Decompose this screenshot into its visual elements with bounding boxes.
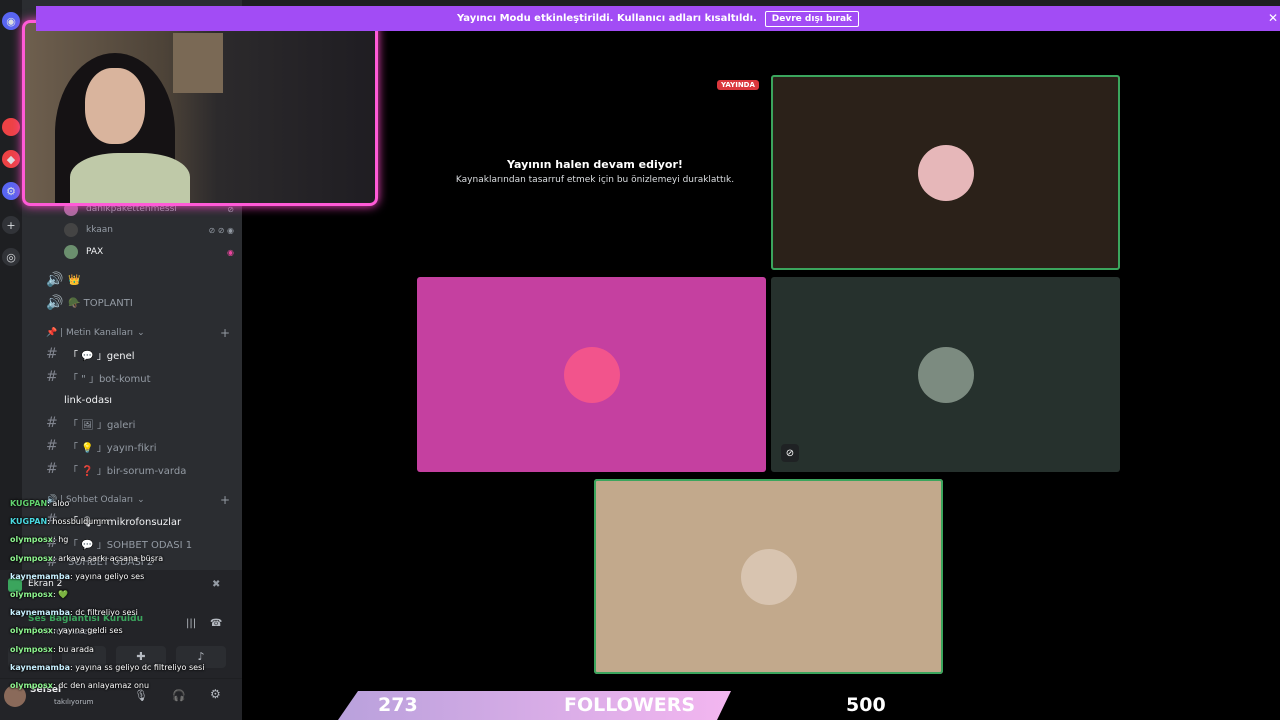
chevron-down-icon: ⌄ [137,328,145,338]
discover-icon[interactable]: ◎ [2,248,20,266]
speaker-icon: 🔊 [46,295,64,311]
chat-text: aloo [52,499,70,508]
chat-message: olymposx: bu arada [10,644,94,654]
avatar [917,346,974,403]
chat-text: yayına geliyo ses [75,571,145,581]
text-channel[interactable]: # 「 " 」bot-komut [46,367,151,387]
add-server-icon[interactable]: + [2,216,20,234]
chat-text: yayına ss geliyo dc filtreliyo sesi [75,662,205,672]
microphone-icon[interactable]: 🎙 [134,689,148,702]
chat-message: kaynemamba: dc filtreliyo sesi [10,608,138,618]
participant-tile[interactable] [594,479,943,674]
chat-text: yayına geldi ses [58,626,123,636]
banner-text: Yayıncı Modu etkinleştirildi. Kullanıcı … [456,13,757,24]
user-status: takılıyorum [54,698,94,706]
followers-goal: 500 [846,694,886,716]
chat-message: KUGPAN: aloo [10,499,70,508]
chat-username: olymposx [10,626,53,636]
chat-text: arkaya şarkı açsana büşra [58,553,164,563]
chat-username: olymposx [10,553,53,563]
chat-username: KUGPAN [10,499,48,508]
server-icon[interactable] [2,118,20,136]
followers-label: FOLLOWERS [564,694,696,716]
mute-icon: ⊘ ⊘ ◉ [208,225,234,235]
chat-username: kaynemamba [10,571,71,581]
voice-user[interactable]: kkaan ⊘ ⊘ ◉ [64,221,234,239]
discord-logo-icon[interactable]: ◉ [2,12,20,30]
sound-wave-icon[interactable]: ||| [186,618,196,629]
voice-channel[interactable]: 🔊 🪖 TOPLANTI [46,293,133,313]
followers-goal-bar: 273 FOLLOWERS 500 [338,691,918,720]
headphones-icon[interactable]: 🎧 [172,689,186,702]
chat-message: olymposx: dc den anlayamaz onu [10,681,150,690]
chat-username: olymposx [10,590,53,599]
participant-tile[interactable] [417,277,766,472]
paused-subtitle: Kaynaklarından tasarruf etmek için bu ön… [455,175,735,185]
chat-username: kaynemamba [10,662,71,672]
chat-message: olymposx: 💚 [10,590,69,599]
text-channel[interactable]: # 「 ❓ 」bir-sorum-varda [46,459,186,479]
chat-message: kaynemamba: yayına geliyo ses [10,571,145,581]
chat-message: olymposx: hg [10,535,69,545]
avatar [64,223,78,237]
streamer-shirt [70,153,190,203]
participant-tile[interactable]: ⊘ [771,277,1120,472]
paused-title: Yayının halen devam ediyor! [507,158,683,171]
chat-text: dc den anlayamaz onu [58,681,150,690]
streamer-mode-banner: Yayıncı Modu etkinleştirildi. Kullanıcı … [36,6,1280,31]
chat-text: hg [58,535,69,545]
avatar [64,245,78,259]
chat-message: olymposx: arkaya şarkı açsana büşra [10,553,164,563]
chat-username: olymposx [10,535,53,545]
voice-user-name: PAX [86,247,104,257]
chat-text: 💚 [58,590,69,599]
chat-username: olymposx [10,681,53,690]
followers-current: 273 [378,694,418,716]
hash-icon: # [46,346,58,362]
hash-icon: # [46,438,58,454]
settings-gear-icon[interactable]: ⚙ [210,687,221,701]
text-channel[interactable]: link-odası [64,390,112,410]
speaker-icon: 🔊 [46,272,64,288]
add-channel-icon[interactable]: + [220,326,230,340]
chat-username: KUGPAN [10,517,48,527]
avatar [740,548,797,605]
chevron-down-icon: ⌄ [137,495,145,505]
chat-text: dc filtreliyo sesi [75,608,138,618]
text-channel[interactable]: # 「 🖼 」galeri [46,413,135,433]
chat-message: kaynemamba: yayına ss geliyo dc filtreli… [10,662,205,672]
live-icon: ◉ [227,247,234,257]
streamer-face [85,68,145,144]
category-text-channels[interactable]: 📌 | Metin Kanalları ⌄ + [46,326,230,340]
chat-message: KUGPAN: hossbuldumm [10,517,109,527]
disconnect-icon[interactable]: ☎ [210,618,222,629]
deafened-icon: ⊘ [781,444,799,462]
avatar [563,346,620,403]
stream-paused-notice[interactable]: Yayının halen devam ediyor! Kaynaklarınd… [430,158,760,185]
hash-icon: # [46,415,58,431]
voice-user[interactable]: PAX ◉ [64,243,234,261]
close-icon[interactable]: ✕ [1268,11,1278,25]
chat-username: kaynemamba [10,608,71,618]
text-channel[interactable]: # 「 💡 」yayın-fikri [46,436,156,456]
voice-user-name: kkaan [86,225,113,235]
active-server-icon[interactable]: ⚙ [2,182,20,200]
chat-text: bu arada [58,644,94,654]
live-badge: YAYINDA [717,80,759,90]
disable-streamer-mode-button[interactable]: Devre dışı bırak [764,10,860,27]
shelf [173,33,223,93]
voice-channel[interactable]: 🔊 👑 [46,270,80,290]
add-channel-icon[interactable]: + [220,493,230,507]
webcam-overlay [22,20,378,206]
hash-icon: # [46,369,58,385]
chat-message: olymposx: yayına geldi ses [10,626,123,636]
chat-text: hossbuldumm [52,517,109,527]
avatar [917,144,974,201]
text-channel[interactable]: # 「 💬 」genel [46,344,135,364]
participant-tile[interactable] [771,75,1120,270]
server-icon[interactable]: ◆ [2,150,20,168]
chat-username: olymposx [10,644,53,654]
hash-icon: # [46,461,58,477]
close-preview-icon[interactable]: ✖ [212,579,220,590]
